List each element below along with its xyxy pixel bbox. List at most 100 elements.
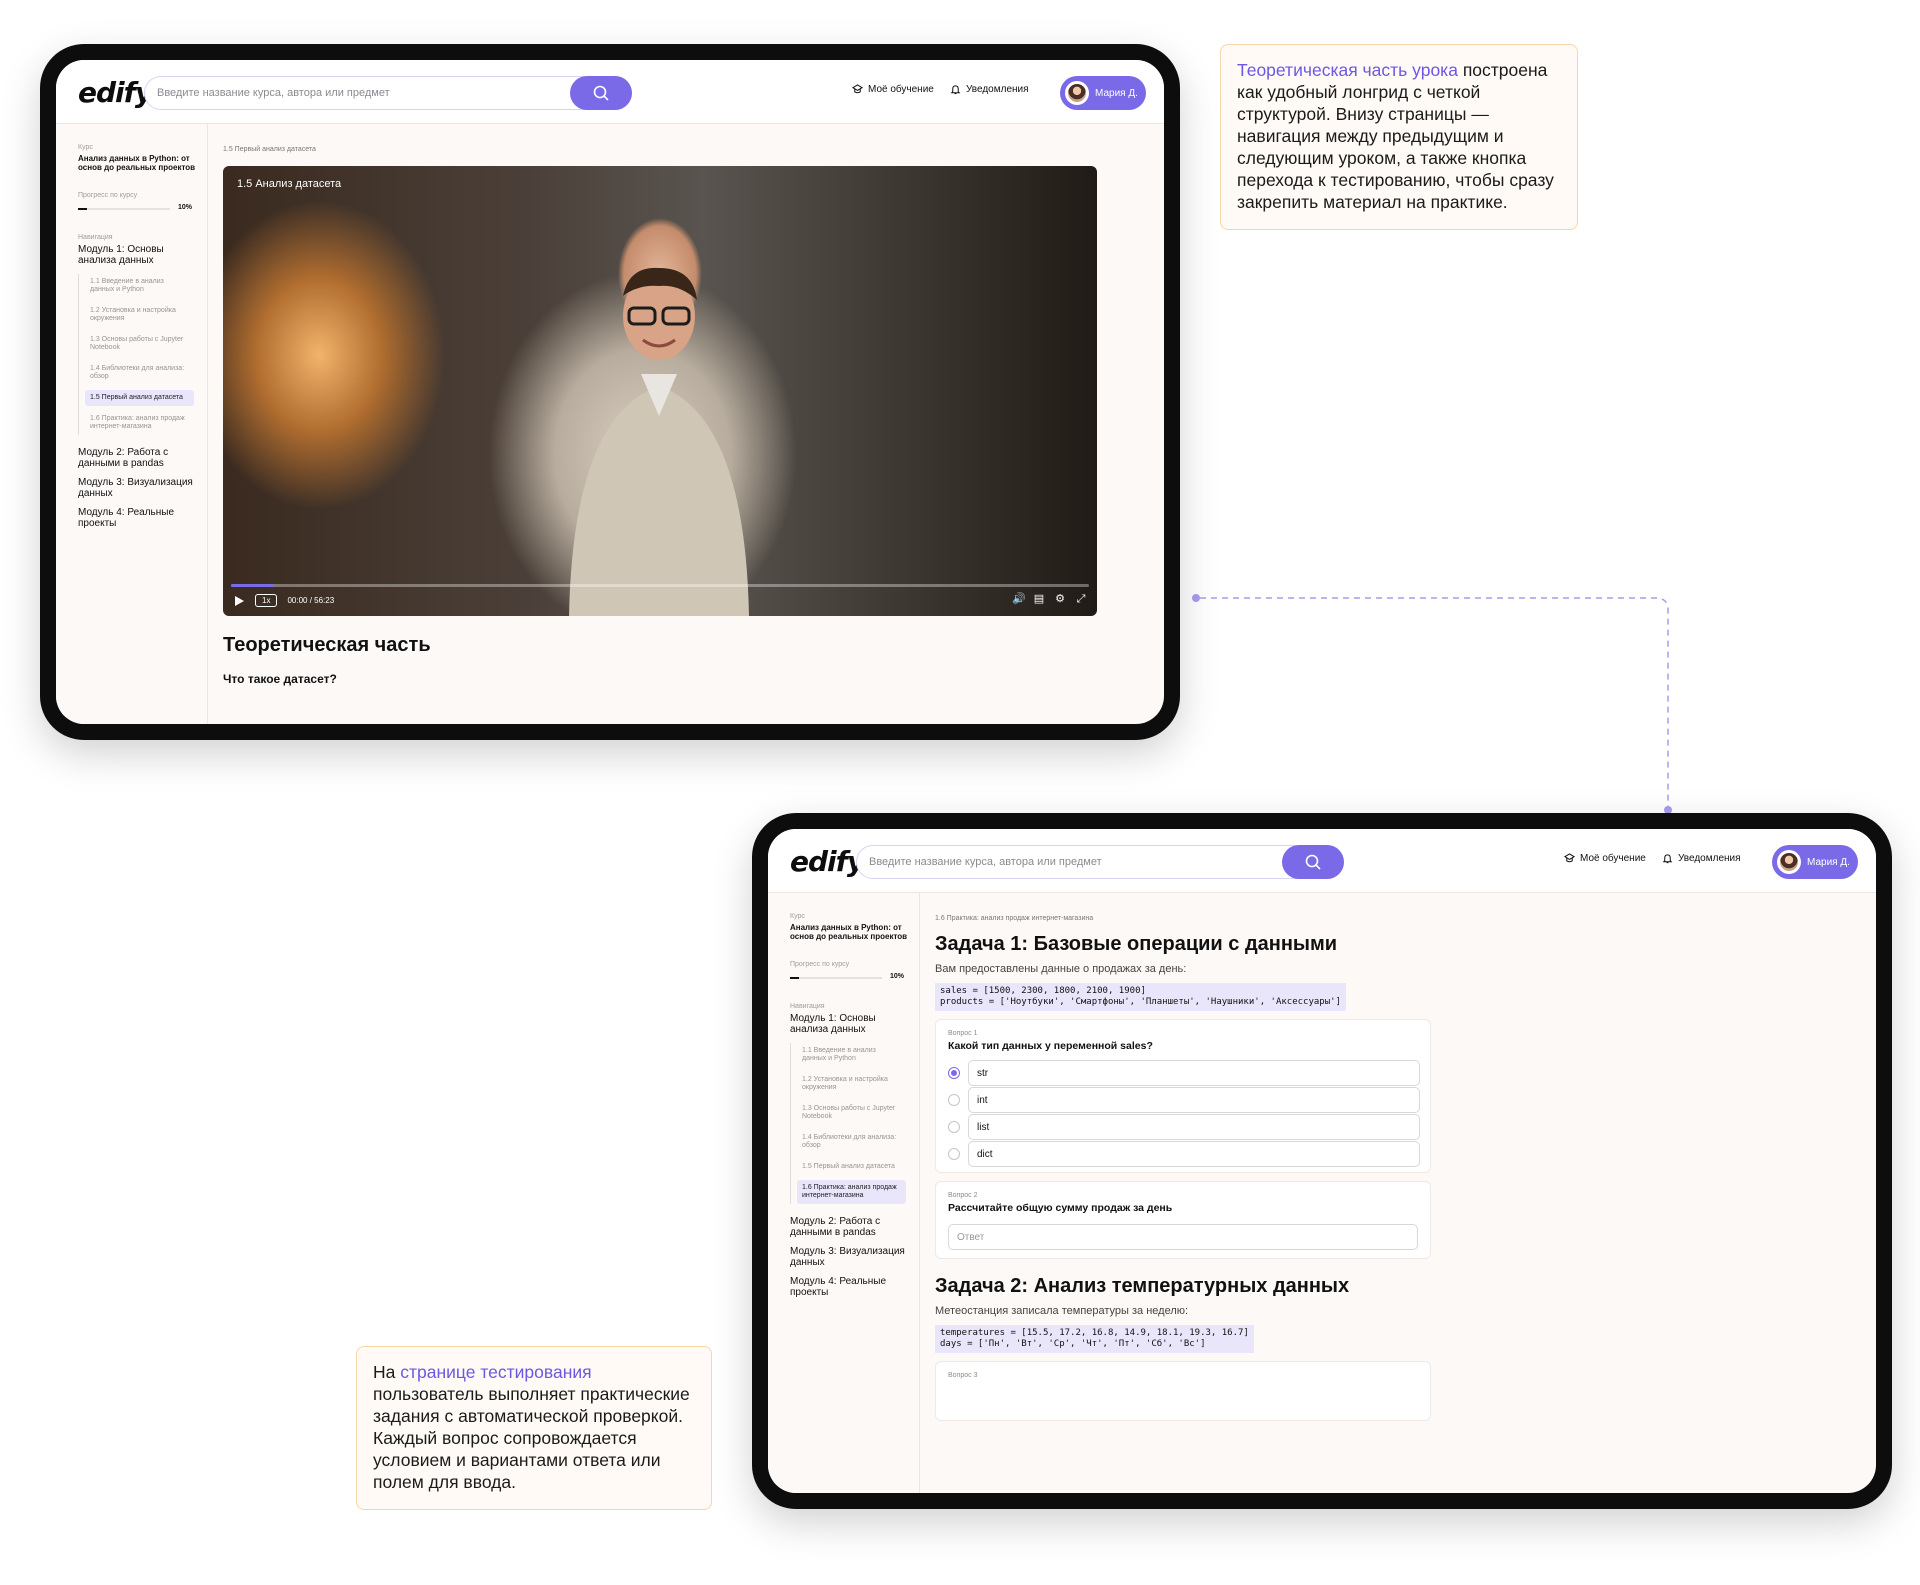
sidebar-item-module2[interactable]: Модуль 2: Работа с данными в pandas bbox=[78, 447, 198, 469]
option-label[interactable]: str bbox=[968, 1060, 1420, 1086]
search-bar[interactable]: Введите название курса, автора или предм… bbox=[856, 845, 1344, 879]
radio-button[interactable] bbox=[948, 1121, 960, 1133]
avatar bbox=[1777, 850, 1801, 874]
my-learning-link[interactable]: Моё обучение bbox=[852, 84, 934, 95]
radio-button[interactable] bbox=[948, 1067, 960, 1079]
option-int[interactable]: int bbox=[948, 1087, 1420, 1113]
header: edify Введите название курса, автора или… bbox=[56, 60, 1164, 124]
subsection-title: Что такое датасет? bbox=[223, 672, 337, 686]
lesson-list: 1.1 Введение в анализ данных и Python 1.… bbox=[78, 274, 194, 435]
graduation-cap-icon bbox=[1564, 853, 1575, 863]
sidebar-item-lesson-1-4[interactable]: 1.4 Библиотеки для анализа: обзор bbox=[797, 1130, 906, 1154]
breadcrumb[interactable]: 1.6 Практика: анализ продаж интернет-маг… bbox=[935, 915, 1093, 922]
answer-input[interactable]: Ответ bbox=[948, 1224, 1418, 1250]
quiz-main: 1.6 Практика: анализ продаж интернет-маг… bbox=[921, 893, 1876, 1493]
progress-label: Прогресс по курсу bbox=[78, 192, 138, 199]
header: edify Введите название курса, автора или… bbox=[768, 829, 1876, 893]
task2-code: temperatures = [15.5, 17.2, 16.8, 14.9, … bbox=[935, 1325, 1254, 1353]
question-card-1: Вопрос 1 Какой тип данных у переменной s… bbox=[935, 1019, 1431, 1173]
task2-code-line1: temperatures = [15.5, 17.2, 16.8, 14.9, … bbox=[940, 1328, 1249, 1338]
sidebar-item-module3[interactable]: Модуль 3: Визуализация данных bbox=[78, 477, 198, 499]
notifications-link[interactable]: Уведомления bbox=[950, 84, 1029, 95]
task1-description: Вам предоставлены данные о продажах за д… bbox=[935, 963, 1187, 975]
search-input[interactable]: Введите название курса, автора или предм… bbox=[869, 856, 1102, 868]
sidebar-item-lesson-1-5[interactable]: 1.5 Первый анализ датасета bbox=[797, 1159, 906, 1175]
option-label[interactable]: int bbox=[968, 1087, 1420, 1113]
notifications-link[interactable]: Уведомления bbox=[1662, 853, 1741, 864]
sidebar-item-lesson-1-2[interactable]: 1.2 Установка и настройка окружения bbox=[797, 1072, 906, 1096]
option-list[interactable]: list bbox=[948, 1114, 1420, 1140]
logo[interactable]: edify bbox=[78, 76, 153, 109]
sidebar-item-lesson-1-6[interactable]: 1.6 Практика: анализ продаж интернет-маг… bbox=[85, 411, 194, 435]
fullscreen-icon[interactable]: ⤢ bbox=[1075, 593, 1087, 605]
question-2-text: Рассчитайте общую сумму продаж за день bbox=[948, 1202, 1173, 1214]
tablet-lesson: edify Введите название курса, автора или… bbox=[40, 44, 1180, 740]
radio-button[interactable] bbox=[948, 1094, 960, 1106]
question-card-3: Вопрос 3 bbox=[935, 1361, 1431, 1421]
lesson-screen: edify Введите название курса, автора или… bbox=[56, 60, 1164, 724]
sidebar-item-lesson-1-6[interactable]: 1.6 Практика: анализ продаж интернет-маг… bbox=[797, 1180, 906, 1204]
bell-icon bbox=[1662, 854, 1673, 864]
search-input[interactable]: Введите название курса, автора или предм… bbox=[157, 87, 390, 99]
question-1-text: Какой тип данных у переменной sales? bbox=[948, 1040, 1153, 1052]
sidebar-item-module1[interactable]: Модуль 1: Основы анализа данных bbox=[78, 244, 198, 266]
sidebar-item-lesson-1-1[interactable]: 1.1 Введение в анализ данных и Python bbox=[85, 274, 194, 298]
speed-button[interactable]: 1x bbox=[255, 594, 278, 607]
user-menu[interactable]: Мария Д. bbox=[1060, 76, 1146, 110]
logo[interactable]: edify bbox=[790, 845, 865, 878]
my-learning-link[interactable]: Моё обучение bbox=[1564, 853, 1646, 864]
search-bar[interactable]: Введите название курса, автора или предм… bbox=[144, 76, 632, 110]
sidebar-item-module2[interactable]: Модуль 2: Работа с данными в pandas bbox=[790, 1216, 910, 1238]
user-name: Мария Д. bbox=[1807, 856, 1850, 868]
search-button[interactable] bbox=[1282, 845, 1344, 879]
breadcrumb[interactable]: 1.5 Первый анализ датасета bbox=[223, 146, 316, 153]
video-controls-right: 🔊 ▤ ⚙ ⤢ bbox=[1012, 593, 1087, 605]
lesson-main: 1.5 Первый анализ датасета 1.5 Анализ да… bbox=[209, 124, 1164, 724]
user-menu[interactable]: Мария Д. bbox=[1772, 845, 1858, 879]
course-title: Анализ данных в Python: от основ до реал… bbox=[790, 923, 908, 941]
video-player[interactable]: 1.5 Анализ датасета 1x 00:00 / 56:23 🔊 ▤… bbox=[223, 166, 1097, 616]
presenter-image bbox=[569, 267, 749, 616]
option-label[interactable]: dict bbox=[968, 1141, 1420, 1167]
sidebar-item-lesson-1-3[interactable]: 1.3 Основы работы с Jupyter Notebook bbox=[797, 1101, 906, 1125]
tablet-quiz: edify Введите название курса, автора или… bbox=[752, 813, 1892, 1509]
sidebar-item-module4[interactable]: Модуль 4: Реальные проекты bbox=[790, 1276, 910, 1298]
video-controls: 1x 00:00 / 56:23 bbox=[233, 594, 334, 607]
sidebar-item-module1[interactable]: Модуль 1: Основы анализа данных bbox=[790, 1013, 910, 1035]
play-icon[interactable] bbox=[233, 595, 245, 607]
option-str[interactable]: str bbox=[948, 1060, 1420, 1086]
sidebar: Курс Анализ данных в Python: от основ до… bbox=[768, 893, 920, 1493]
bell-icon bbox=[950, 85, 961, 95]
question-2-label: Вопрос 2 bbox=[948, 1192, 978, 1199]
video-progress[interactable] bbox=[231, 584, 1089, 587]
sidebar-item-lesson-1-4[interactable]: 1.4 Библиотеки для анализа: обзор bbox=[85, 361, 194, 385]
question-1-label: Вопрос 1 bbox=[948, 1030, 978, 1037]
task1-code-line1: sales = [1500, 2300, 1800, 2100, 1900] bbox=[940, 986, 1146, 996]
task2-code-line2: days = ['Пн', 'Вт', 'Ср', 'Чт', 'Пт', 'С… bbox=[940, 1339, 1206, 1349]
radio-button[interactable] bbox=[948, 1148, 960, 1160]
sidebar-item-lesson-1-2[interactable]: 1.2 Установка и настройка окружения bbox=[85, 303, 194, 327]
task2-description: Метеостанция записала температуры за нед… bbox=[935, 1305, 1189, 1317]
sidebar-item-module3[interactable]: Модуль 3: Визуализация данных bbox=[790, 1246, 910, 1268]
volume-icon[interactable]: 🔊 bbox=[1012, 593, 1026, 605]
sidebar-item-lesson-1-5[interactable]: 1.5 Первый анализ датасета bbox=[85, 390, 194, 406]
course-label: Курс bbox=[790, 913, 805, 920]
my-learning-label: Моё обучение bbox=[1580, 853, 1646, 864]
progress-value: 10% bbox=[889, 973, 904, 980]
task1-code: sales = [1500, 2300, 1800, 2100, 1900] p… bbox=[935, 983, 1346, 1011]
task1-title: Задача 1: Базовые операции с данными bbox=[935, 933, 1338, 955]
annotation-lesson-highlight: Теоретическая часть урока bbox=[1237, 60, 1458, 80]
annotation-quiz-highlight: странице тестирования bbox=[400, 1362, 592, 1382]
sidebar-item-lesson-1-3[interactable]: 1.3 Основы работы с Jupyter Notebook bbox=[85, 332, 194, 356]
section-title: Теоретическая часть bbox=[223, 634, 431, 656]
notifications-label: Уведомления bbox=[1678, 853, 1741, 864]
option-dict[interactable]: dict bbox=[948, 1141, 1420, 1167]
subtitles-icon[interactable]: ▤ bbox=[1033, 593, 1045, 605]
sidebar-item-module4[interactable]: Модуль 4: Реальные проекты bbox=[78, 507, 198, 529]
sidebar-item-lesson-1-1[interactable]: 1.1 Введение в анализ данных и Python bbox=[797, 1043, 906, 1067]
option-label[interactable]: list bbox=[968, 1114, 1420, 1140]
search-icon bbox=[1305, 854, 1321, 870]
settings-icon[interactable]: ⚙ bbox=[1054, 593, 1066, 605]
search-button[interactable] bbox=[570, 76, 632, 110]
question-card-2: Вопрос 2 Рассчитайте общую сумму продаж … bbox=[935, 1181, 1431, 1259]
